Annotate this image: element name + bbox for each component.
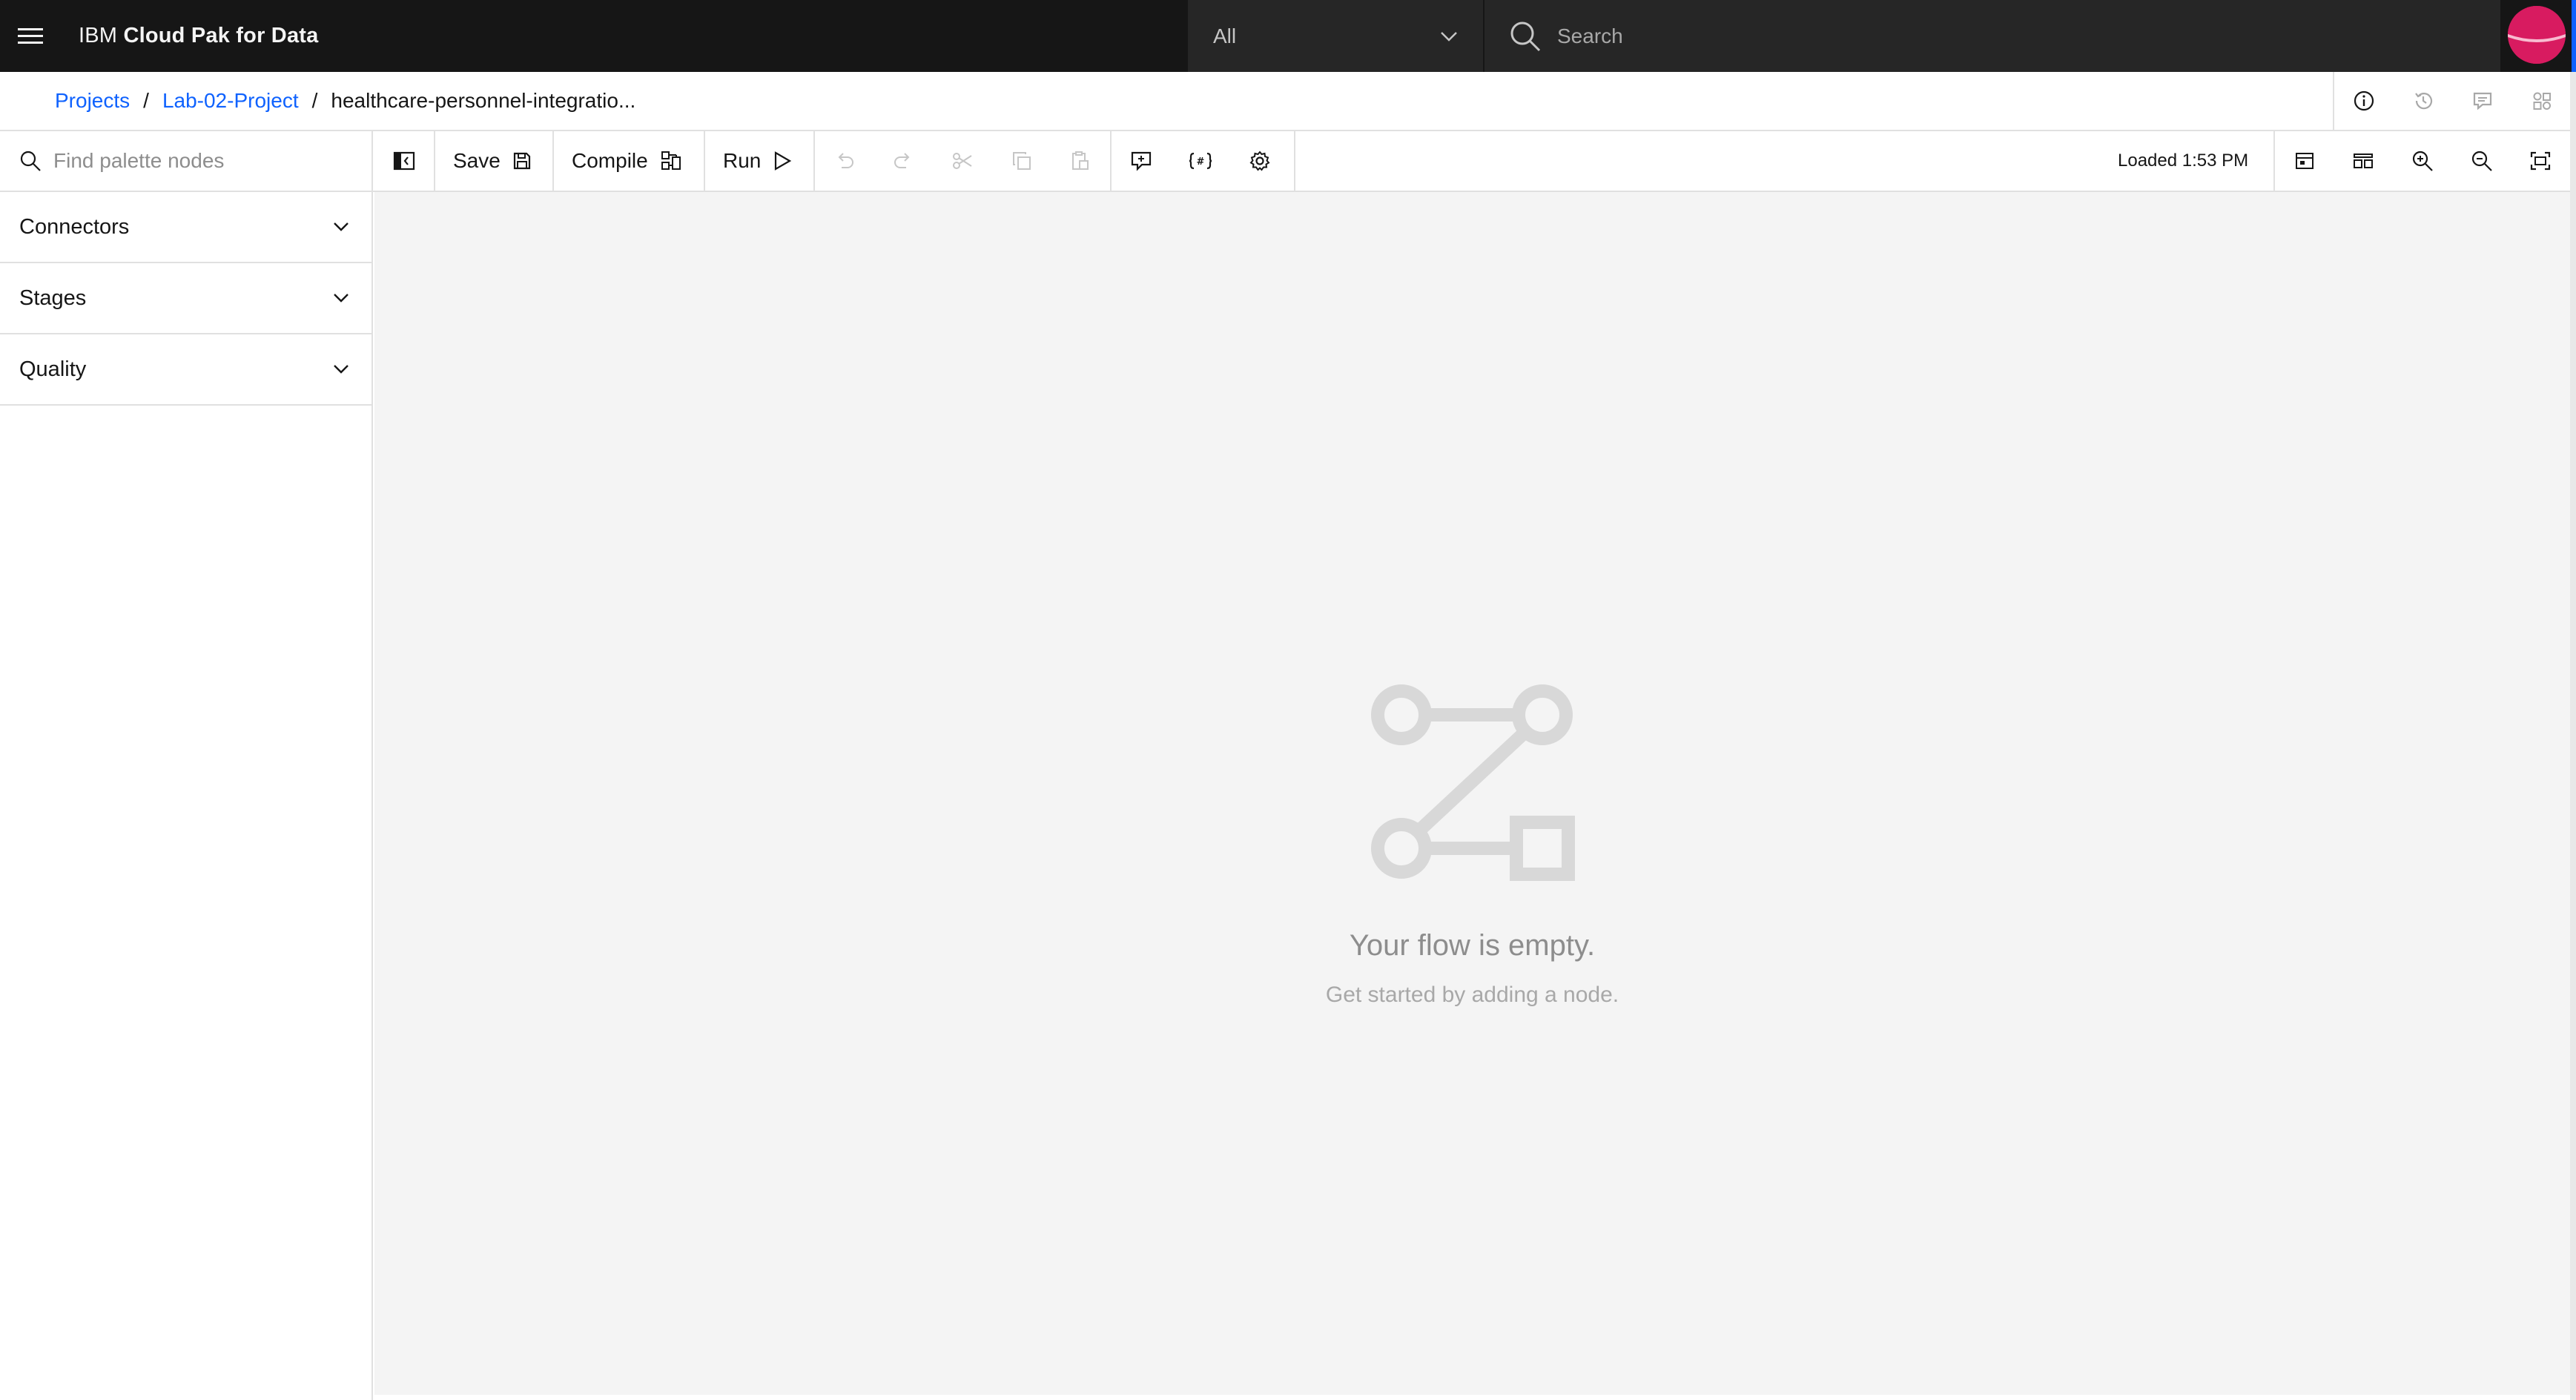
add-comment-button[interactable] [1112, 131, 1171, 191]
menu-icon [18, 27, 43, 44]
breadcrumb: Projects / Lab-02-Project / healthcare-p… [55, 72, 635, 130]
paste-icon [1072, 151, 1089, 170]
scope-value: All [1213, 24, 1237, 47]
zoom-out-icon [2471, 151, 2492, 171]
avatar-graphic [2508, 6, 2566, 64]
search-scope-dropdown[interactable]: All [1188, 0, 1483, 72]
chevron-down-icon [334, 222, 349, 231]
hamburger-menu-button[interactable] [0, 0, 61, 72]
search-icon [19, 150, 42, 172]
search-placeholder: Search [1557, 24, 1623, 47]
save-group: Save [435, 131, 554, 191]
compile-icon [661, 151, 681, 170]
parameters-icon: # [1189, 152, 1212, 170]
paste-button[interactable] [1051, 131, 1110, 191]
empty-state-title: Your flow is empty. [1349, 929, 1596, 962]
svg-text:#: # [1197, 156, 1205, 168]
apps-icon [2533, 92, 2551, 110]
layout-icon [2354, 153, 2374, 168]
breadcrumb-bar: Projects / Lab-02-Project / healthcare-p… [0, 72, 2576, 131]
history-icon [2415, 93, 2433, 110]
run-group: Run [705, 131, 815, 191]
header-edge-accent [2572, 0, 2576, 72]
save-label: Save [453, 149, 501, 172]
palette-search-input[interactable]: Find palette nodes [0, 131, 373, 191]
breadcrumb-current-flow: healthcare-personnel-integratio... [331, 89, 636, 112]
info-button[interactable] [2334, 72, 2394, 130]
copy-icon [1012, 152, 1031, 170]
flow-toolbar: Find palette nodes Save Compile Run # Lo… [0, 131, 2576, 192]
flow-canvas[interactable]: Your flow is empty. Get started by addin… [374, 192, 2570, 1395]
product-name[interactable]: IBM Cloud Pak for Data [79, 24, 318, 48]
settings-button[interactable] [1230, 131, 1289, 191]
empty-flow-icon [1368, 681, 1583, 893]
empty-state-subtitle: Get started by adding a node. [1325, 983, 1619, 1007]
breadcrumb-separator: / [311, 89, 318, 112]
info-icon [2354, 90, 2374, 111]
palette-category-label: Quality [19, 357, 87, 381]
play-icon [775, 151, 792, 171]
compile-label: Compile [572, 149, 648, 172]
compile-button[interactable]: Compile [572, 131, 682, 191]
parameters-button[interactable]: # [1171, 131, 1230, 191]
window-edge [2570, 72, 2576, 1400]
gear-icon [1249, 151, 1270, 171]
chevron-down-icon [334, 365, 349, 374]
add-comment-icon [1131, 151, 1152, 171]
toggle-palette-group [374, 131, 435, 191]
redo-icon [894, 153, 910, 168]
scissors-icon [952, 153, 972, 169]
global-search-input[interactable]: Search [1484, 0, 2500, 72]
save-button[interactable]: Save [453, 131, 532, 191]
user-avatar[interactable] [2508, 6, 2566, 64]
zoom-to-fit-button[interactable] [2511, 131, 2570, 191]
undo-button[interactable] [815, 131, 874, 191]
compile-group: Compile [554, 131, 705, 191]
comment-icon [2473, 92, 2492, 110]
panel-icon [2295, 153, 2314, 169]
breadcrumb-projects[interactable]: Projects [55, 89, 130, 113]
redo-button[interactable] [874, 131, 934, 191]
flow-options-group: # [1112, 131, 1295, 191]
undo-icon [838, 153, 853, 168]
view-actions-group [2273, 131, 2570, 191]
node-palette: Connectors Stages Quality [0, 192, 373, 1400]
loaded-status: Loaded 1:53 PM [2118, 151, 2249, 171]
copy-button[interactable] [992, 131, 1051, 191]
history-button[interactable] [2394, 72, 2453, 130]
palette-search-placeholder: Find palette nodes [53, 149, 225, 172]
toggle-notification-panel-button[interactable] [2275, 131, 2334, 191]
search-icon [1507, 18, 1544, 55]
palette-category-connectors[interactable]: Connectors [0, 192, 371, 263]
brand-name: Cloud Pak for Data [123, 24, 319, 47]
breadcrumb-project[interactable]: Lab-02-Project [162, 89, 299, 113]
zoom-in-button[interactable] [2393, 131, 2452, 191]
palette-category-quality[interactable]: Quality [0, 334, 371, 406]
breadcrumb-actions [2333, 72, 2572, 130]
side-panel-icon [393, 151, 415, 171]
cut-button[interactable] [933, 131, 992, 191]
zoom-in-icon [2412, 151, 2433, 171]
settings-panel-button[interactable] [2512, 72, 2572, 130]
brand-prefix: IBM [79, 24, 118, 47]
breadcrumb-separator: / [143, 89, 149, 112]
fit-to-screen-icon [2531, 151, 2551, 171]
comments-button[interactable] [2453, 72, 2512, 130]
zoom-out-button[interactable] [2452, 131, 2511, 191]
toggle-palette-button[interactable] [374, 131, 434, 191]
run-button[interactable]: Run [723, 131, 792, 191]
chevron-down-icon [334, 294, 349, 303]
edit-actions-group [815, 131, 1112, 191]
run-label: Run [723, 149, 762, 172]
palette-category-stages[interactable]: Stages [0, 263, 371, 334]
palette-category-label: Connectors [19, 214, 130, 239]
palette-category-label: Stages [19, 285, 87, 310]
arrange-layout-button[interactable] [2334, 131, 2394, 191]
save-icon [513, 152, 530, 170]
chevron-down-icon [1441, 31, 1457, 42]
